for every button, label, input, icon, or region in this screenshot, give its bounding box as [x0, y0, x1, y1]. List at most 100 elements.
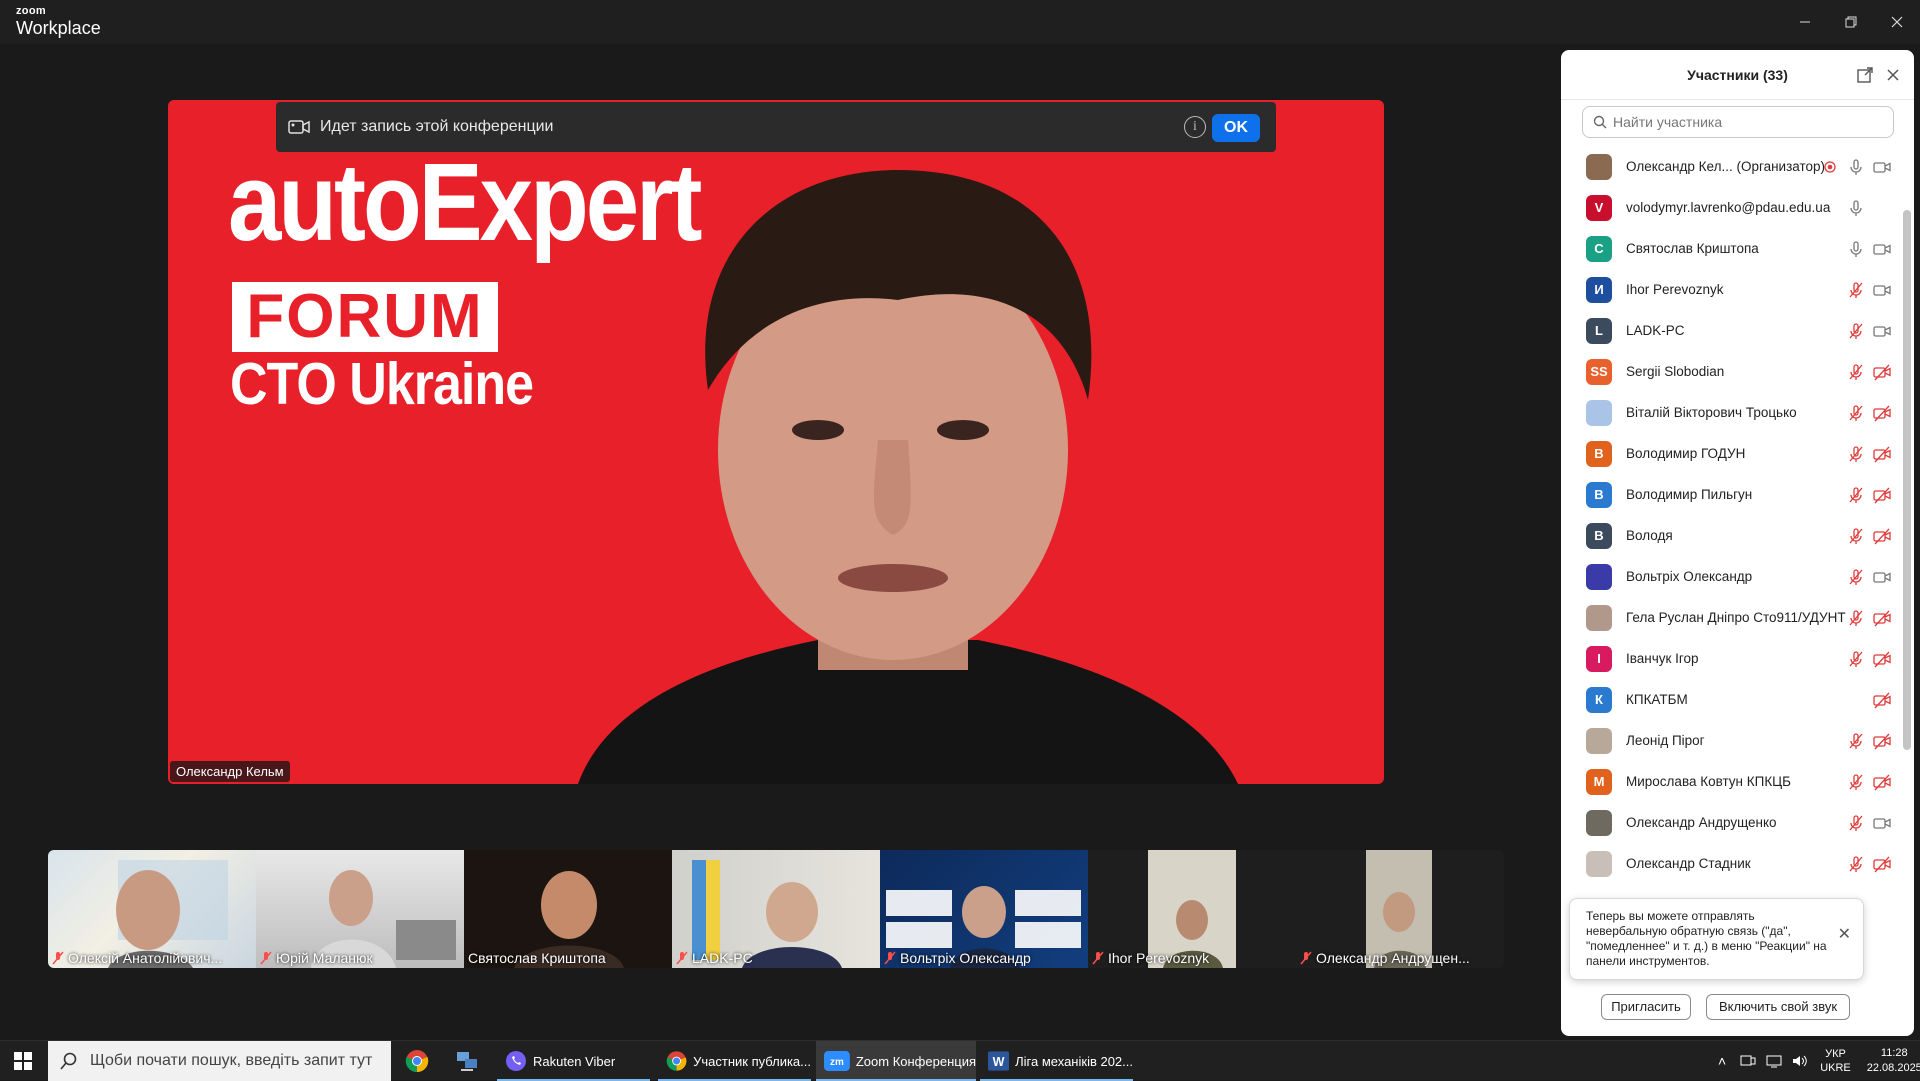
- video-thumbnail[interactable]: Олексій Анатолійович...: [48, 850, 256, 968]
- close-panel-icon[interactable]: [1884, 66, 1902, 84]
- video-camera-off-icon[interactable]: [1873, 609, 1891, 627]
- video-thumbnail[interactable]: Святослав Криштопа: [464, 850, 672, 968]
- taskbar-app-word[interactable]: W Ліга механіків 202...: [980, 1041, 1133, 1081]
- video-camera-off-icon[interactable]: [1873, 527, 1891, 545]
- participant-row[interactable]: В Володимир Пильгун: [1561, 474, 1901, 515]
- microphone-muted-icon[interactable]: [1847, 527, 1865, 545]
- start-button[interactable]: [14, 1041, 32, 1081]
- participant-name: volodymyr.lavrenko@pdau.edu.ua: [1626, 200, 1831, 215]
- participant-row[interactable]: Олександр Стадник: [1561, 843, 1901, 884]
- volume-icon[interactable]: [1792, 1054, 1808, 1068]
- video-camera-off-icon[interactable]: [1873, 404, 1891, 422]
- close-window-button[interactable]: [1874, 0, 1920, 44]
- restore-button[interactable]: [1828, 0, 1874, 44]
- language-indicator[interactable]: УКР UKRE: [1820, 1047, 1851, 1075]
- microphone-muted-icon[interactable]: [1847, 322, 1865, 340]
- video-camera-icon[interactable]: [1873, 322, 1891, 340]
- participant-row[interactable]: Віталій Вікторович Троцько: [1561, 392, 1901, 433]
- microphone-muted-icon[interactable]: [1847, 650, 1865, 668]
- video-camera-off-icon[interactable]: [1873, 445, 1891, 463]
- participant-status-icons: [1847, 240, 1891, 258]
- microphone-icon[interactable]: [1847, 240, 1865, 258]
- unmute-self-button[interactable]: Включить свой звук: [1706, 994, 1850, 1020]
- network-tray-icon[interactable]: [1766, 1054, 1782, 1068]
- taskbar-app-viber[interactable]: Rakuten Viber: [497, 1041, 650, 1081]
- video-camera-icon[interactable]: [1873, 281, 1891, 299]
- video-thumbnail[interactable]: Олександр Андрущен...: [1296, 850, 1504, 968]
- participant-row[interactable]: Олександр Кел... (Организатор): [1561, 146, 1901, 187]
- participant-row[interactable]: SS Sergii Slobodian: [1561, 351, 1901, 392]
- video-camera-off-icon[interactable]: [1873, 732, 1891, 750]
- participant-row[interactable]: Vvolodymyr.lavrenko@pdau.edu.ua: [1561, 187, 1901, 228]
- invite-button[interactable]: Пригласить: [1601, 994, 1691, 1020]
- video-camera-icon[interactable]: [1873, 240, 1891, 258]
- active-speaker-video[interactable]: autoExpert FORUM CTO Ukraine Олександр К…: [168, 100, 1384, 784]
- participant-name: Ihor Perevoznyk: [1626, 282, 1724, 297]
- microphone-muted-icon[interactable]: [1847, 773, 1865, 791]
- microphone-muted-icon[interactable]: [1847, 486, 1865, 504]
- video-camera-off-icon[interactable]: [1873, 773, 1891, 791]
- participant-row[interactable]: В Володя: [1561, 515, 1901, 556]
- video-camera-off-icon[interactable]: [1873, 691, 1891, 709]
- video-camera-icon[interactable]: [1873, 568, 1891, 586]
- participant-row[interactable]: Гела Руслан Дніпро Сто911/УДУНТ: [1561, 597, 1901, 638]
- participant-row[interactable]: Леонід Пірог: [1561, 720, 1901, 761]
- network-app-icon[interactable]: [455, 1041, 479, 1081]
- participant-row[interactable]: В Володимир ГОДУН: [1561, 433, 1901, 474]
- taskbar-app-chrome[interactable]: Участник публика...: [658, 1041, 811, 1081]
- microphone-muted-icon[interactable]: [1847, 404, 1865, 422]
- ok-button[interactable]: OK: [1212, 114, 1260, 142]
- microphone-muted-icon[interactable]: [1847, 855, 1865, 873]
- microphone-muted-icon[interactable]: [1847, 445, 1865, 463]
- microphone-muted-icon[interactable]: [1847, 814, 1865, 832]
- participant-name: Іванчук Ігор: [1626, 651, 1699, 666]
- participant-row[interactable]: І Іванчук Ігор: [1561, 638, 1901, 679]
- participant-name: Володимир Пильгун: [1626, 487, 1753, 502]
- microphone-icon[interactable]: [1847, 158, 1865, 176]
- participant-avatar: SS: [1586, 358, 1612, 385]
- participant-row[interactable]: И Ihor Perevoznyk: [1561, 269, 1901, 310]
- tray-expand-icon[interactable]: ˄: [1718, 1053, 1726, 1069]
- minimize-button[interactable]: [1782, 0, 1828, 44]
- thumbnail-label: LADK-PC: [676, 950, 753, 966]
- microphone-muted-icon[interactable]: [1847, 281, 1865, 299]
- microphone-muted-icon[interactable]: [1847, 363, 1865, 381]
- participant-list-scrollbar[interactable]: [1903, 210, 1911, 750]
- microphone-muted-icon[interactable]: [1847, 609, 1865, 627]
- pop-out-icon[interactable]: [1856, 66, 1874, 84]
- microphone-muted-icon[interactable]: [1847, 732, 1865, 750]
- video-thumbnail[interactable]: Ihor Perevoznyk: [1088, 850, 1296, 968]
- video-camera-icon[interactable]: [1873, 814, 1891, 832]
- thumbnail-name: Святослав Криштопа: [468, 950, 606, 966]
- svg-text:W: W: [993, 1055, 1005, 1069]
- video-thumbnail[interactable]: Юрій Маланюк: [256, 850, 464, 968]
- info-icon[interactable]: i: [1184, 116, 1206, 138]
- participant-row[interactable]: М Мирослава Ковтун КПКЦБ: [1561, 761, 1901, 802]
- toast-close-icon[interactable]: ✕: [1838, 927, 1851, 943]
- participant-row[interactable]: С Святослав Криштопа: [1561, 228, 1901, 269]
- video-thumbnail[interactable]: Вольтріх Олександр: [880, 850, 1088, 968]
- taskbar-app-zoom[interactable]: zm Zoom Конференция: [816, 1041, 976, 1081]
- recording-indicator-icon: [1824, 161, 1836, 173]
- chrome-pinned-icon[interactable]: [405, 1041, 429, 1081]
- video-thumbnail[interactable]: LADK-PC: [672, 850, 880, 968]
- participant-row[interactable]: Вольтріх Олександр: [1561, 556, 1901, 597]
- microphone-icon[interactable]: [1847, 199, 1865, 217]
- speaker-name-tag: Олександр Кельм: [170, 761, 290, 782]
- participant-status-icons: [1847, 486, 1891, 504]
- video-camera-icon[interactable]: [1873, 158, 1891, 176]
- video-camera-off-icon[interactable]: [1873, 363, 1891, 381]
- taskbar-search[interactable]: Щоби почати пошук, введіть запит тут: [48, 1041, 391, 1081]
- participant-search[interactable]: [1582, 106, 1894, 138]
- participant-row[interactable]: L LADK-PC: [1561, 310, 1901, 351]
- device-tray-icon[interactable]: [1740, 1054, 1756, 1068]
- search-input[interactable]: [1613, 114, 1883, 130]
- video-camera-off-icon[interactable]: [1873, 650, 1891, 668]
- participant-row[interactable]: Олександр Андрущенко: [1561, 802, 1901, 843]
- clock-time: 11:28: [1880, 1047, 1908, 1059]
- participant-row[interactable]: К КПКАТБМ: [1561, 679, 1901, 720]
- video-camera-off-icon[interactable]: [1873, 855, 1891, 873]
- video-camera-off-icon[interactable]: [1873, 486, 1891, 504]
- clock[interactable]: 11:28 22.08.2025: [1867, 1046, 1920, 1076]
- microphone-muted-icon[interactable]: [1847, 568, 1865, 586]
